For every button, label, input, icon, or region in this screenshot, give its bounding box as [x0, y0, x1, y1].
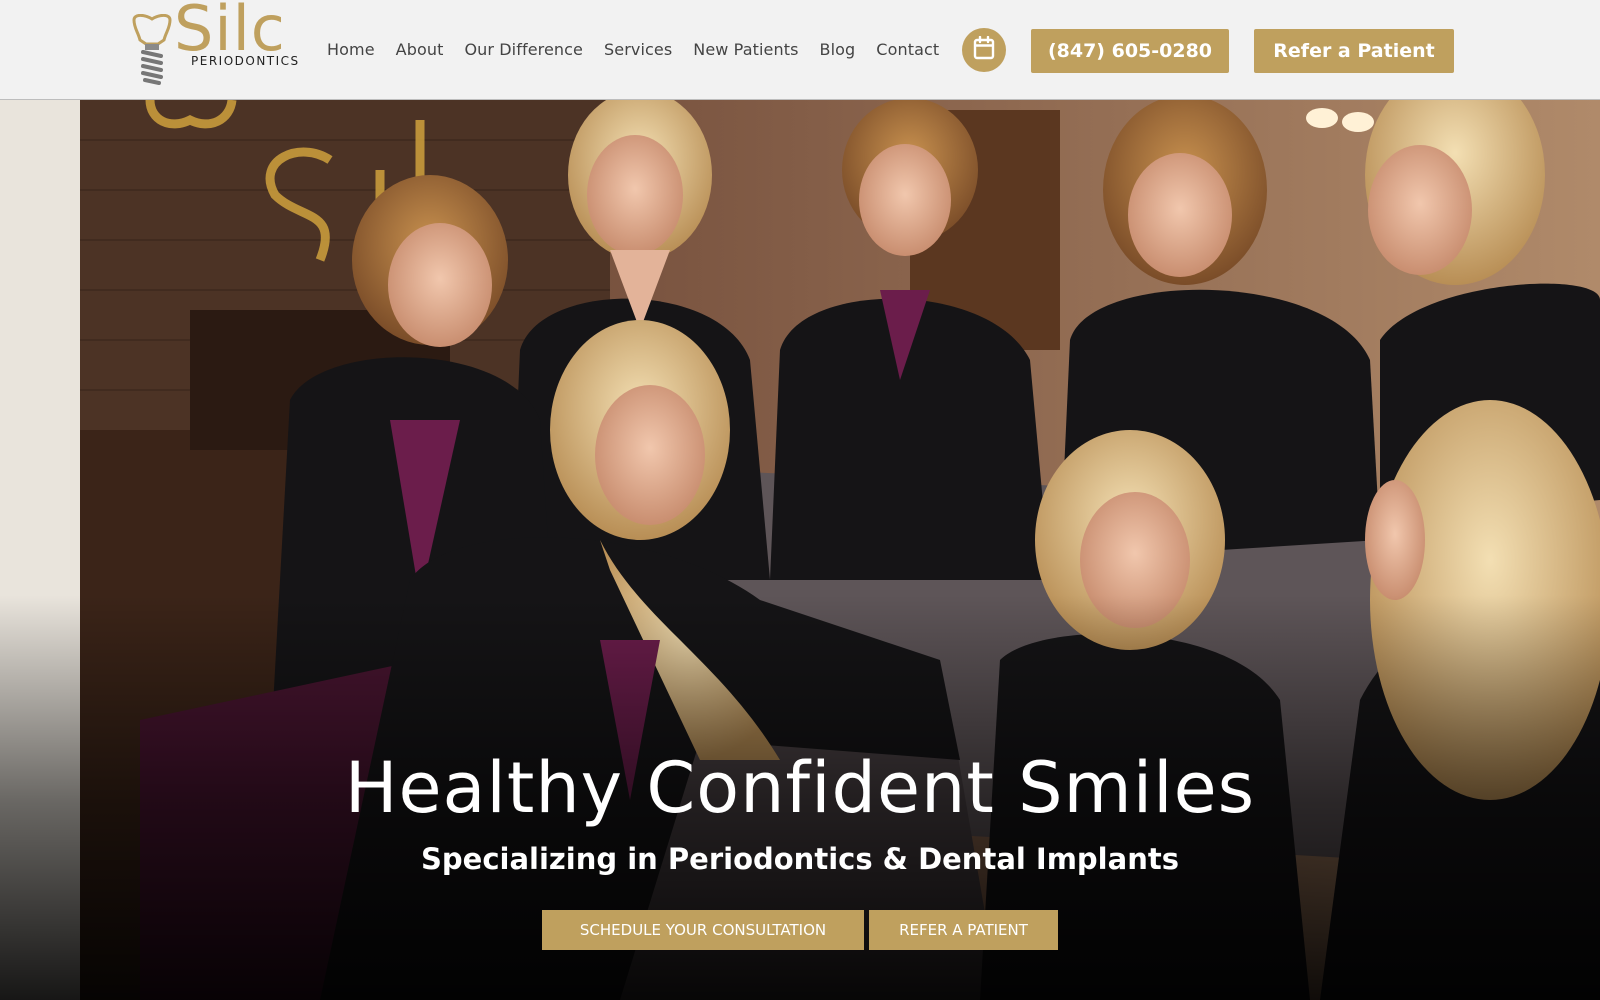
- hero-banner: Healthy Confident Smiles Specializing in…: [0, 100, 1600, 1000]
- main-nav: Home About Our Difference Services New P…: [327, 40, 960, 59]
- tooth-implant-icon: [130, 13, 174, 94]
- nav-blog[interactable]: Blog: [820, 40, 856, 59]
- nav-about[interactable]: About: [396, 40, 444, 59]
- hero-title: Healthy Confident Smiles: [344, 747, 1256, 829]
- calendar-icon: [973, 35, 995, 64]
- phone-button[interactable]: (847) 605-0280: [1031, 29, 1229, 73]
- hero-subtitle: Specializing in Periodontics & Dental Im…: [421, 842, 1179, 876]
- nav-contact[interactable]: Contact: [876, 40, 939, 59]
- hero-refer-patient-button[interactable]: REFER A PATIENT: [869, 910, 1058, 950]
- schedule-consultation-button[interactable]: SCHEDULE YOUR CONSULTATION: [542, 910, 864, 950]
- logo-subtitle: PERIODONTICS: [188, 54, 303, 70]
- nav-home[interactable]: Home: [327, 40, 375, 59]
- site-header: Silc PERIODONTICS Home About Our Differe…: [0, 0, 1600, 100]
- nav-our-difference[interactable]: Our Difference: [464, 40, 583, 59]
- calendar-button[interactable]: [962, 28, 1006, 72]
- site-logo[interactable]: Silc PERIODONTICS: [130, 0, 312, 88]
- refer-patient-button[interactable]: Refer a Patient: [1254, 29, 1454, 73]
- nav-new-patients[interactable]: New Patients: [693, 40, 798, 59]
- logo-wordmark: Silc: [174, 0, 286, 65]
- nav-services[interactable]: Services: [604, 40, 672, 59]
